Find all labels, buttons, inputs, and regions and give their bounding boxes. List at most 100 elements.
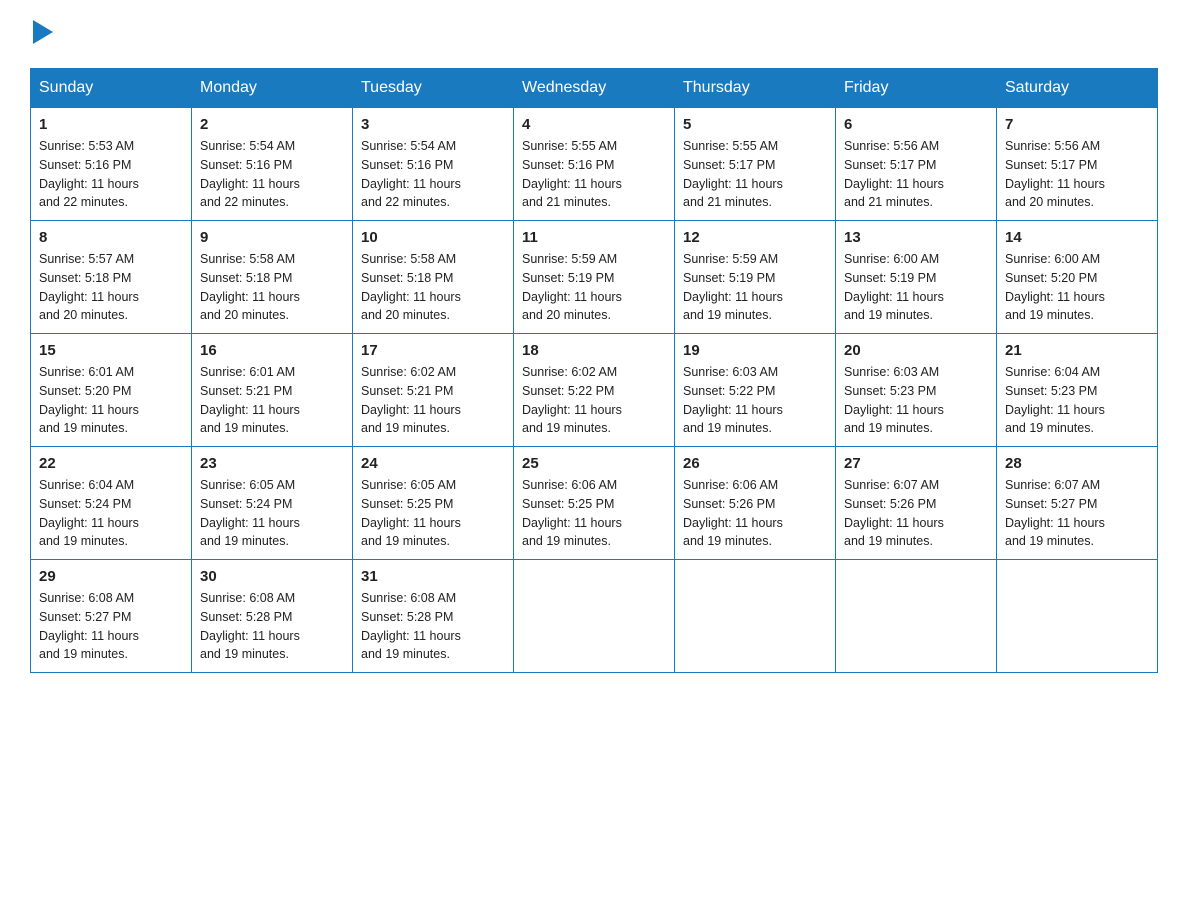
calendar-cell bbox=[675, 560, 836, 673]
day-info: Sunrise: 5:54 AMSunset: 5:16 PMDaylight:… bbox=[361, 137, 505, 212]
calendar-cell: 9 Sunrise: 5:58 AMSunset: 5:18 PMDaylight… bbox=[192, 221, 353, 334]
day-number: 31 bbox=[361, 568, 505, 585]
calendar-cell bbox=[836, 560, 997, 673]
day-number: 25 bbox=[522, 455, 666, 472]
day-number: 18 bbox=[522, 342, 666, 359]
day-info: Sunrise: 6:04 AMSunset: 5:23 PMDaylight:… bbox=[1005, 363, 1149, 438]
calendar-cell: 7 Sunrise: 5:56 AMSunset: 5:17 PMDaylight… bbox=[997, 108, 1158, 221]
calendar-cell: 6Sunrise: 5:56 AMSunset: 5:17 PMDaylight… bbox=[836, 108, 997, 221]
calendar-week-row: 8 Sunrise: 5:57 AMSunset: 5:18 PMDaylight… bbox=[31, 221, 1158, 334]
day-info: Sunrise: 6:02 AMSunset: 5:21 PMDaylight:… bbox=[361, 363, 505, 438]
calendar-cell: 30 Sunrise: 6:08 AMSunset: 5:28 PMDayligh… bbox=[192, 560, 353, 673]
day-number: 20 bbox=[844, 342, 988, 359]
day-number: 17 bbox=[361, 342, 505, 359]
logo bbox=[30, 20, 53, 48]
calendar-cell: 18 Sunrise: 6:02 AMSunset: 5:22 PMDayligh… bbox=[514, 334, 675, 447]
day-of-week-header: Saturday bbox=[997, 69, 1158, 108]
calendar-table: SundayMondayTuesdayWednesdayThursdayFrid… bbox=[30, 68, 1158, 673]
day-number: 29 bbox=[39, 568, 183, 585]
day-info: Sunrise: 5:53 AMSunset: 5:16 PMDaylight:… bbox=[39, 137, 183, 212]
calendar-cell: 16 Sunrise: 6:01 AMSunset: 5:21 PMDayligh… bbox=[192, 334, 353, 447]
calendar-cell: 10 Sunrise: 5:58 AMSunset: 5:18 PMDayligh… bbox=[353, 221, 514, 334]
day-info: Sunrise: 6:05 AMSunset: 5:24 PMDaylight:… bbox=[200, 476, 344, 551]
calendar-cell: 8 Sunrise: 5:57 AMSunset: 5:18 PMDaylight… bbox=[31, 221, 192, 334]
calendar-cell: 25 Sunrise: 6:06 AMSunset: 5:25 PMDayligh… bbox=[514, 447, 675, 560]
day-info: Sunrise: 6:06 AMSunset: 5:26 PMDaylight:… bbox=[683, 476, 827, 551]
calendar-cell: 31 Sunrise: 6:08 AMSunset: 5:28 PMDayligh… bbox=[353, 560, 514, 673]
calendar-cell: 20 Sunrise: 6:03 AMSunset: 5:23 PMDayligh… bbox=[836, 334, 997, 447]
day-number: 27 bbox=[844, 455, 988, 472]
calendar-cell: 4 Sunrise: 5:55 AMSunset: 5:16 PMDaylight… bbox=[514, 108, 675, 221]
day-number: 7 bbox=[1005, 116, 1149, 133]
calendar-week-row: 29 Sunrise: 6:08 AMSunset: 5:27 PMDayligh… bbox=[31, 560, 1158, 673]
calendar-cell: 27 Sunrise: 6:07 AMSunset: 5:26 PMDayligh… bbox=[836, 447, 997, 560]
day-of-week-header: Tuesday bbox=[353, 69, 514, 108]
day-number: 4 bbox=[522, 116, 666, 133]
day-number: 9 bbox=[200, 229, 344, 246]
day-info: Sunrise: 5:57 AMSunset: 5:18 PMDaylight:… bbox=[39, 250, 183, 325]
day-number: 16 bbox=[200, 342, 344, 359]
calendar-cell: 14 Sunrise: 6:00 AMSunset: 5:20 PMDayligh… bbox=[997, 221, 1158, 334]
day-info: Sunrise: 6:03 AMSunset: 5:22 PMDaylight:… bbox=[683, 363, 827, 438]
day-info: Sunrise: 6:08 AMSunset: 5:28 PMDaylight:… bbox=[361, 589, 505, 664]
day-info: Sunrise: 5:56 AMSunset: 5:17 PMDaylight:… bbox=[844, 137, 988, 212]
calendar-header-row: SundayMondayTuesdayWednesdayThursdayFrid… bbox=[31, 69, 1158, 108]
calendar-cell: 22Sunrise: 6:04 AMSunset: 5:24 PMDayligh… bbox=[31, 447, 192, 560]
day-info: Sunrise: 6:00 AMSunset: 5:20 PMDaylight:… bbox=[1005, 250, 1149, 325]
calendar-cell bbox=[997, 560, 1158, 673]
calendar-cell: 17 Sunrise: 6:02 AMSunset: 5:21 PMDayligh… bbox=[353, 334, 514, 447]
day-of-week-header: Thursday bbox=[675, 69, 836, 108]
day-info: Sunrise: 6:06 AMSunset: 5:25 PMDaylight:… bbox=[522, 476, 666, 551]
day-info: Sunrise: 5:58 AMSunset: 5:18 PMDaylight:… bbox=[200, 250, 344, 325]
day-info: Sunrise: 5:58 AMSunset: 5:18 PMDaylight:… bbox=[361, 250, 505, 325]
calendar-cell: 26 Sunrise: 6:06 AMSunset: 5:26 PMDayligh… bbox=[675, 447, 836, 560]
calendar-cell: 2Sunrise: 5:54 AMSunset: 5:16 PMDaylight… bbox=[192, 108, 353, 221]
day-number: 3 bbox=[361, 116, 505, 133]
day-number: 21 bbox=[1005, 342, 1149, 359]
day-info: Sunrise: 6:07 AMSunset: 5:27 PMDaylight:… bbox=[1005, 476, 1149, 551]
day-info: Sunrise: 6:01 AMSunset: 5:21 PMDaylight:… bbox=[200, 363, 344, 438]
logo-triangle-icon bbox=[33, 20, 53, 44]
day-number: 19 bbox=[683, 342, 827, 359]
calendar-cell: 29 Sunrise: 6:08 AMSunset: 5:27 PMDayligh… bbox=[31, 560, 192, 673]
day-of-week-header: Sunday bbox=[31, 69, 192, 108]
day-number: 30 bbox=[200, 568, 344, 585]
day-number: 28 bbox=[1005, 455, 1149, 472]
day-info: Sunrise: 6:05 AMSunset: 5:25 PMDaylight:… bbox=[361, 476, 505, 551]
day-number: 2 bbox=[200, 116, 344, 133]
day-info: Sunrise: 6:03 AMSunset: 5:23 PMDaylight:… bbox=[844, 363, 988, 438]
calendar-cell: 19 Sunrise: 6:03 AMSunset: 5:22 PMDayligh… bbox=[675, 334, 836, 447]
day-info: Sunrise: 6:02 AMSunset: 5:22 PMDaylight:… bbox=[522, 363, 666, 438]
day-info: Sunrise: 5:59 AMSunset: 5:19 PMDaylight:… bbox=[522, 250, 666, 325]
day-number: 14 bbox=[1005, 229, 1149, 246]
calendar-cell: 15 Sunrise: 6:01 AMSunset: 5:20 PMDayligh… bbox=[31, 334, 192, 447]
calendar-cell: 23 Sunrise: 6:05 AMSunset: 5:24 PMDayligh… bbox=[192, 447, 353, 560]
day-of-week-header: Wednesday bbox=[514, 69, 675, 108]
day-number: 15 bbox=[39, 342, 183, 359]
day-number: 22 bbox=[39, 455, 183, 472]
day-number: 8 bbox=[39, 229, 183, 246]
calendar-week-row: 1 Sunrise: 5:53 AMSunset: 5:16 PMDaylight… bbox=[31, 108, 1158, 221]
day-info: Sunrise: 6:01 AMSunset: 5:20 PMDaylight:… bbox=[39, 363, 183, 438]
day-info: Sunrise: 6:07 AMSunset: 5:26 PMDaylight:… bbox=[844, 476, 988, 551]
calendar-cell: 5Sunrise: 5:55 AMSunset: 5:17 PMDaylight… bbox=[675, 108, 836, 221]
day-number: 11 bbox=[522, 229, 666, 246]
day-number: 10 bbox=[361, 229, 505, 246]
day-info: Sunrise: 6:08 AMSunset: 5:27 PMDaylight:… bbox=[39, 589, 183, 664]
day-info: Sunrise: 5:56 AMSunset: 5:17 PMDaylight:… bbox=[1005, 137, 1149, 212]
calendar-cell bbox=[514, 560, 675, 673]
day-info: Sunrise: 5:59 AMSunset: 5:19 PMDaylight:… bbox=[683, 250, 827, 325]
day-info: Sunrise: 6:08 AMSunset: 5:28 PMDaylight:… bbox=[200, 589, 344, 664]
day-number: 12 bbox=[683, 229, 827, 246]
day-info: Sunrise: 5:55 AMSunset: 5:16 PMDaylight:… bbox=[522, 137, 666, 212]
calendar-week-row: 15 Sunrise: 6:01 AMSunset: 5:20 PMDayligh… bbox=[31, 334, 1158, 447]
day-number: 1 bbox=[39, 116, 183, 133]
calendar-cell: 1 Sunrise: 5:53 AMSunset: 5:16 PMDaylight… bbox=[31, 108, 192, 221]
day-number: 23 bbox=[200, 455, 344, 472]
calendar-week-row: 22Sunrise: 6:04 AMSunset: 5:24 PMDayligh… bbox=[31, 447, 1158, 560]
day-info: Sunrise: 5:55 AMSunset: 5:17 PMDaylight:… bbox=[683, 137, 827, 212]
day-number: 26 bbox=[683, 455, 827, 472]
calendar-cell: 28 Sunrise: 6:07 AMSunset: 5:27 PMDayligh… bbox=[997, 447, 1158, 560]
day-number: 13 bbox=[844, 229, 988, 246]
page-header bbox=[30, 20, 1158, 48]
